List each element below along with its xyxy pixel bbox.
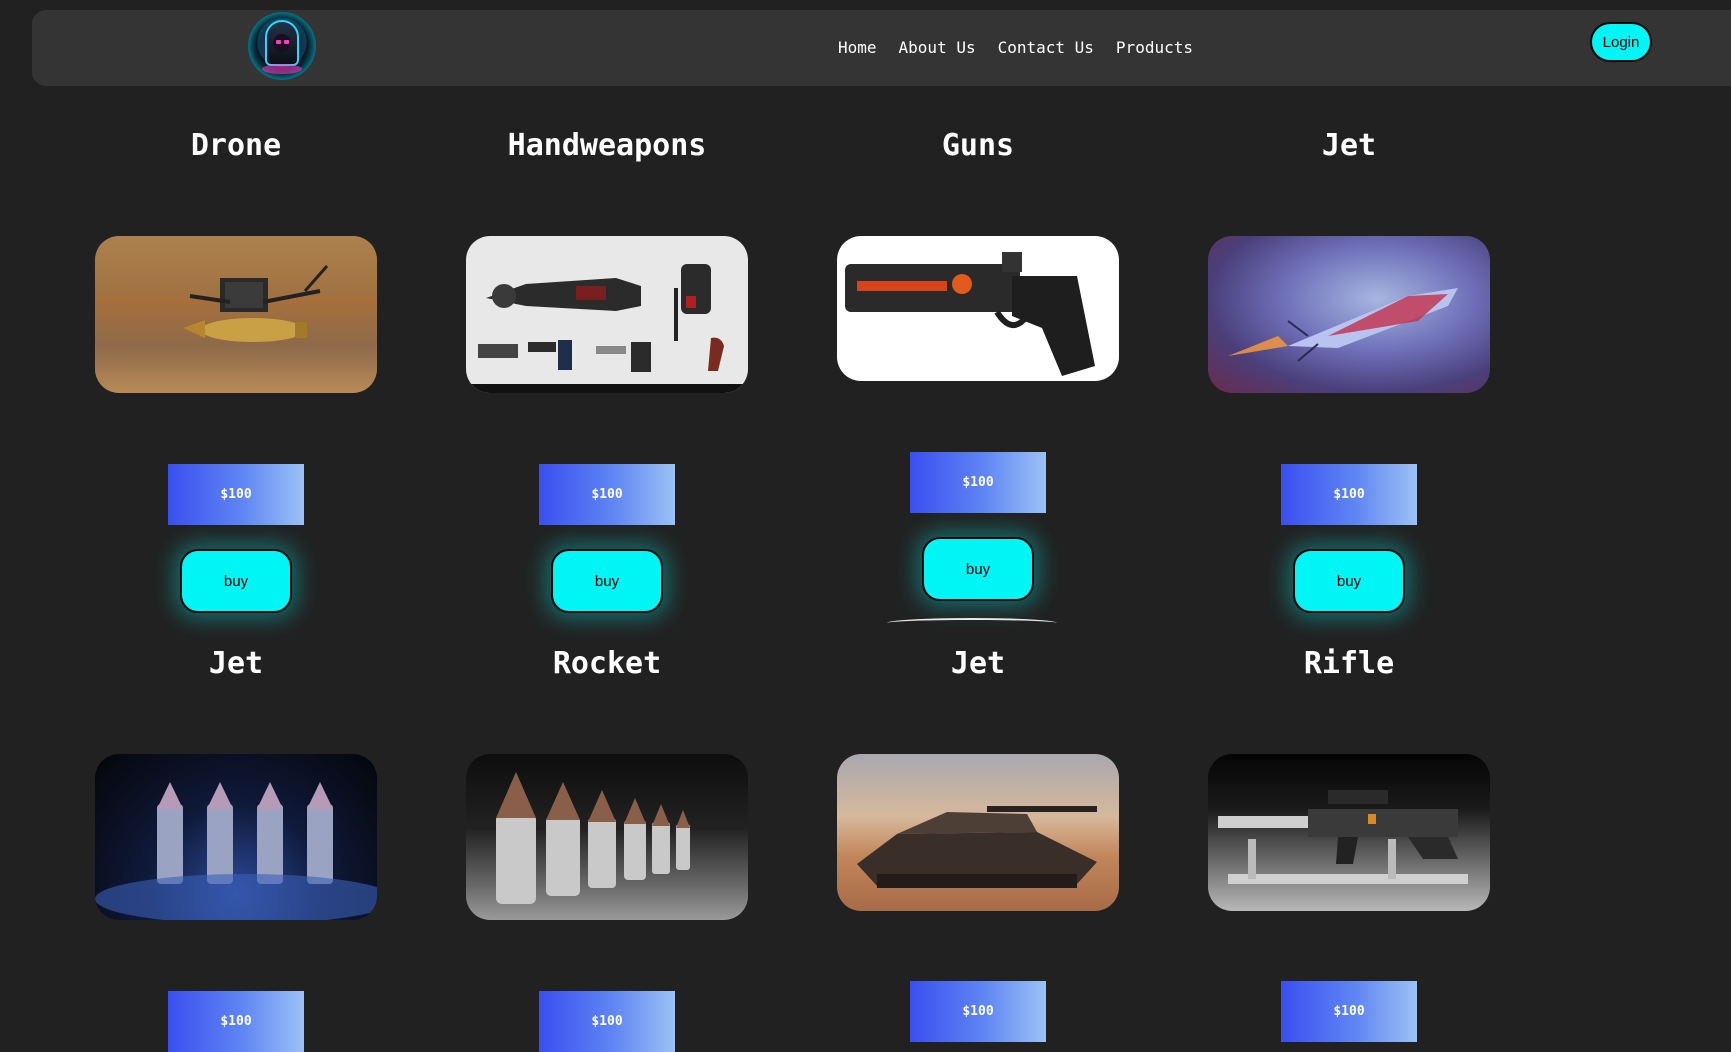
product-title: Handweapons xyxy=(507,128,707,163)
price-tag: $100 xyxy=(910,452,1046,513)
price-tag: $100 xyxy=(168,464,304,525)
product-image-drone xyxy=(95,236,377,393)
navbar: Home About Us Contact Us Products Login xyxy=(32,10,1731,86)
nav-link-about-us[interactable]: About Us xyxy=(899,38,976,57)
product-image-rifle xyxy=(1208,754,1490,911)
hacker-logo-icon[interactable] xyxy=(248,12,316,80)
product-image-tank xyxy=(837,754,1119,911)
buy-button[interactable]: buy xyxy=(551,549,663,613)
product-title: Rocket xyxy=(552,646,662,681)
product-title: Jet xyxy=(1321,128,1377,163)
product-image-rocket xyxy=(466,754,748,920)
product-image-handweapons xyxy=(466,236,748,393)
nav-link-home[interactable]: Home xyxy=(838,38,877,57)
nav-links: Home About Us Contact Us Products xyxy=(838,38,1193,57)
product-title: Guns xyxy=(941,128,1015,163)
price-tag: $100 xyxy=(539,464,675,525)
product-title: Jet xyxy=(950,646,1006,681)
price-tag: $100 xyxy=(1281,981,1417,1042)
product-title: Jet xyxy=(208,646,264,681)
product-title: Rifle xyxy=(1303,646,1395,681)
product-image-jet xyxy=(1208,236,1490,393)
product-title: Drone xyxy=(190,128,282,163)
product-image-guns xyxy=(837,236,1119,381)
price-tag: $100 xyxy=(168,991,304,1052)
price-tag: $100 xyxy=(910,981,1046,1042)
nav-link-contact-us[interactable]: Contact Us xyxy=(998,38,1094,57)
product-image-jet-2 xyxy=(95,754,377,920)
buy-button[interactable]: buy xyxy=(1293,549,1405,613)
nav-link-products[interactable]: Products xyxy=(1116,38,1193,57)
buy-button[interactable]: buy xyxy=(180,549,292,613)
login-button[interactable]: Login xyxy=(1590,22,1652,62)
price-tag: $100 xyxy=(1281,464,1417,525)
card-edge-divider xyxy=(887,618,1057,628)
buy-button[interactable]: buy xyxy=(922,537,1034,601)
price-tag: $100 xyxy=(539,991,675,1052)
